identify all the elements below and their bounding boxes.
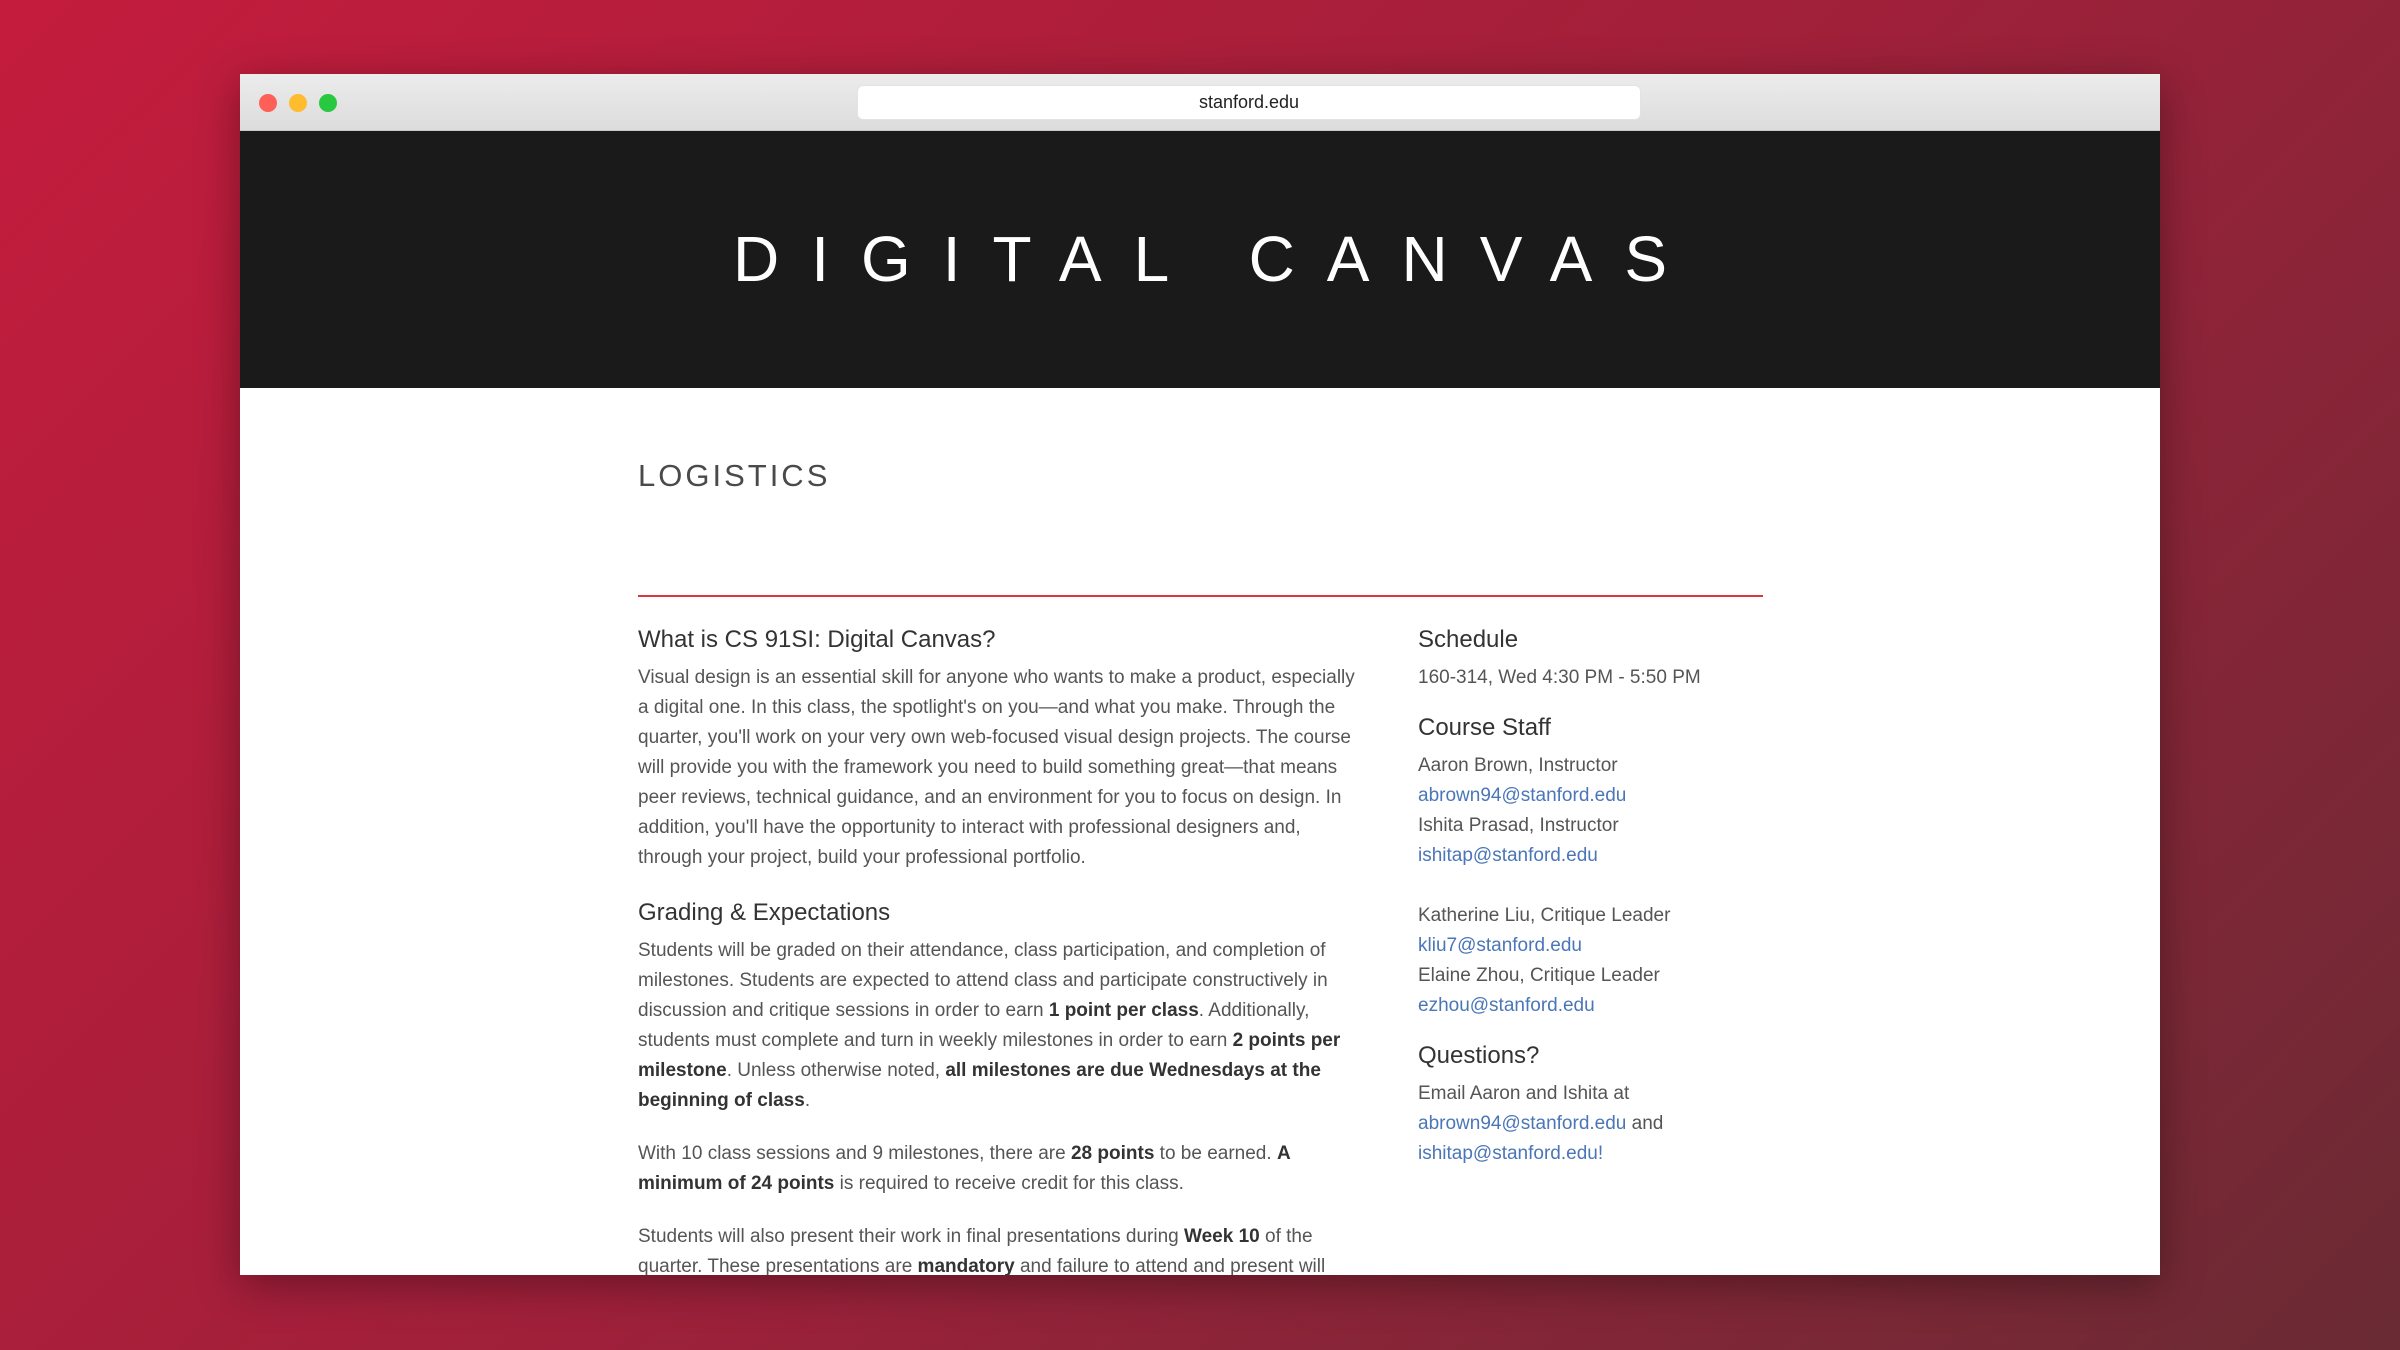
staff-member: Elaine Zhou, Critique Leader ezhou@stanf… [1418, 961, 1763, 1021]
staff-email-link[interactable]: abrown94@stanford.edu [1418, 785, 1626, 806]
staff-email-link[interactable]: kliu7@stanford.edu [1418, 935, 1582, 956]
bold-run: 28 points [1070, 1143, 1155, 1164]
staff-email-link[interactable]: ishitap@stanford.edu [1418, 845, 1598, 866]
bold-run: 1 point per class [1048, 1000, 1199, 1021]
text-run: is required to receive credit for this c… [834, 1173, 1184, 1194]
staff-member: Ishita Prasad, Instructor ishitap@stanfo… [1418, 811, 1763, 871]
staff-name: Aaron Brown, Instructor [1418, 755, 1618, 776]
questions-intro: Email Aaron and Ishita at [1418, 1083, 1630, 1104]
staff-member: Aaron Brown, Instructor abrown94@stanfor… [1418, 751, 1763, 811]
grading-heading: Grading & Expectations [638, 899, 891, 926]
staff-name: Katherine Liu, Critique Leader [1418, 905, 1671, 926]
schedule-heading: Schedule [1418, 626, 1519, 653]
grading-paragraph-2: With 10 class sessions and 9 milestones,… [638, 1139, 1368, 1199]
browser-titlebar: stanford.edu [240, 74, 2160, 131]
about-heading: What is CS 91SI: Digital Canvas? [638, 626, 996, 653]
maximize-window-button[interactable] [319, 94, 337, 112]
minimize-window-button[interactable] [289, 94, 307, 112]
text-run: Students will also present their work in… [638, 1226, 1185, 1247]
text-run: With 10 class sessions and 9 milestones,… [638, 1143, 1071, 1164]
text-run: to be earned. [1154, 1143, 1277, 1164]
close-window-button[interactable] [259, 94, 277, 112]
questions-heading: Questions? [1418, 1042, 1540, 1069]
section-title: LOGISTICS [638, 458, 831, 493]
text-run: . Unless otherwise noted, [726, 1060, 946, 1081]
bold-run: Week 10 [1184, 1226, 1260, 1247]
about-paragraph: Visual design is an essential skill for … [638, 667, 1355, 868]
grading-paragraph-3: Students will also present their work in… [638, 1222, 1368, 1275]
staff-member: Katherine Liu, Critique Leader kliu7@sta… [1418, 901, 1763, 961]
sidebar-column: Schedule 160-314, Wed 4:30 PM - 5:50 PM … [1418, 623, 1763, 1169]
address-bar[interactable]: stanford.edu [857, 85, 1641, 120]
bold-run: mandatory [917, 1256, 1015, 1275]
questions-email-link-2[interactable]: ishitap@stanford.edu [1418, 1143, 1598, 1164]
grading-paragraph-1: Students will be graded on their attenda… [638, 936, 1368, 1116]
course-staff-heading: Course Staff [1418, 714, 1551, 741]
staff-name: Elaine Zhou, Critique Leader [1418, 965, 1660, 986]
questions-email-link-1[interactable]: abrown94@stanford.edu [1418, 1113, 1626, 1134]
section-divider [638, 595, 1763, 597]
hero-banner: DIGITAL CANVAS [240, 131, 2160, 388]
questions-joiner: and [1626, 1113, 1664, 1134]
text-run: . [804, 1090, 811, 1111]
main-column: What is CS 91SI: Digital Canvas? Visual … [638, 623, 1368, 1275]
site-title: DIGITAL CANVAS [732, 223, 1700, 295]
questions-suffix: ! [1597, 1143, 1604, 1164]
staff-email-link[interactable]: ezhou@stanford.edu [1418, 995, 1595, 1016]
staff-spacer [1418, 871, 1763, 901]
staff-name: Ishita Prasad, Instructor [1418, 815, 1619, 836]
browser-window: stanford.edu DIGITAL CANVAS LOGISTICS Wh… [240, 74, 2160, 1275]
questions-text: Email Aaron and Ishita at abrown94@stanf… [1418, 1079, 1763, 1169]
schedule-text: 160-314, Wed 4:30 PM - 5:50 PM [1418, 667, 1701, 688]
